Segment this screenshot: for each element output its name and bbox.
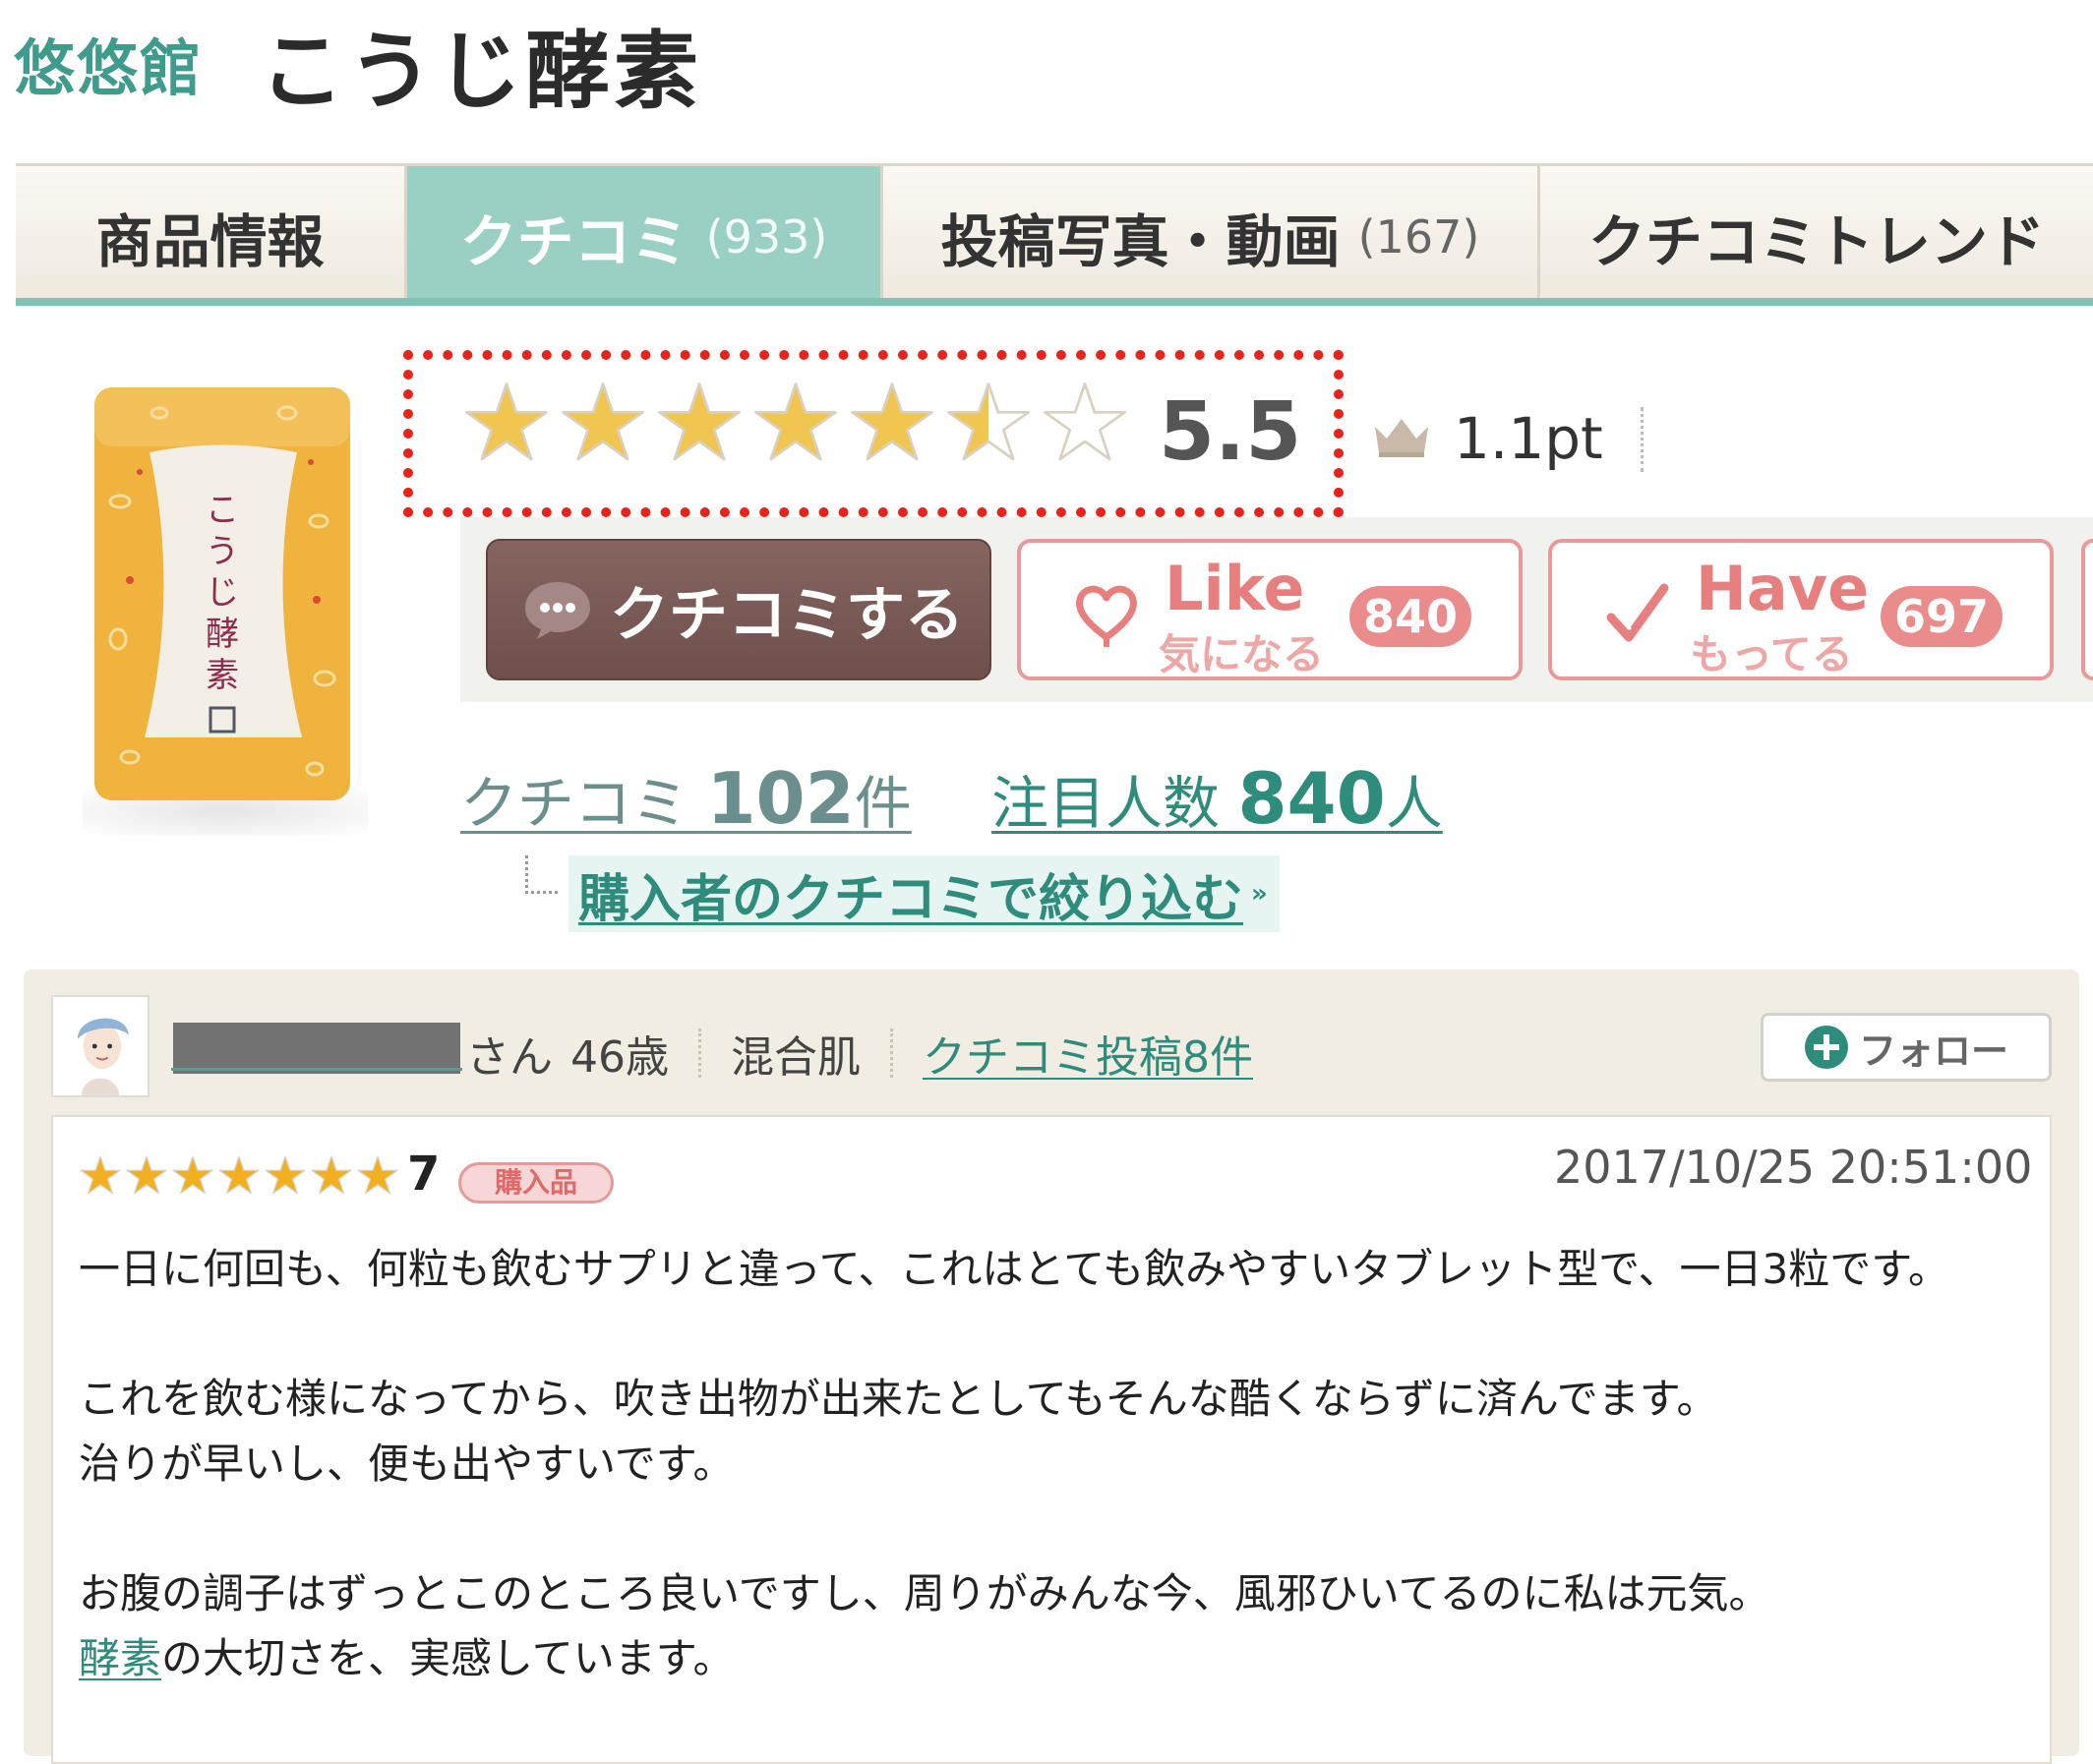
star-full-icon	[172, 1155, 213, 1195]
svg-text:酵: 酵	[206, 615, 239, 654]
heart-icon	[1076, 585, 1137, 647]
star-empty-icon	[1044, 382, 1126, 461]
review-score: 7	[407, 1147, 441, 1202]
tab-product-info[interactable]: 商品情報	[16, 166, 407, 298]
review-date: 2017/10/25 20:51:00	[1554, 1141, 2033, 1194]
more-action-button[interactable]	[2081, 539, 2093, 680]
star-full-icon	[357, 1155, 398, 1195]
keyword-link[interactable]: 酵素	[79, 1634, 161, 1682]
user-honorific: さん	[466, 1032, 553, 1083]
user-skin-type: 混合肌	[731, 1032, 861, 1083]
product-name: こうじ酵素	[260, 22, 703, 121]
review-paragraph: お腹の調子はずっとこのところ良いですし、周りがみんな今、風邪ひいてるのに私は元気…	[79, 1569, 1770, 1682]
speech-bubble-icon	[525, 582, 590, 639]
tab-reviews[interactable]: クチコミ (933)	[407, 166, 883, 298]
have-button[interactable]: Have もってる 697	[1548, 539, 2054, 680]
watch-count-unit: 人	[1385, 770, 1443, 837]
watch-count-number: 840	[1237, 757, 1386, 840]
product-package-image[interactable]: こ う じ 酵 素	[90, 383, 354, 806]
star-full-icon	[658, 382, 741, 461]
watch-count-label: 注目人数	[991, 770, 1221, 837]
svg-text:素: 素	[206, 656, 239, 695]
star-half-icon	[947, 382, 1030, 461]
star-full-icon	[754, 382, 837, 461]
tab-review-trend[interactable]: クチコミトレンド	[1540, 166, 2093, 298]
star-full-icon	[465, 382, 548, 461]
tab-count: (933)	[705, 210, 828, 264]
have-sublabel: もってる	[1690, 630, 1853, 678]
review-text: 一日に何回も、何粒も飲むサプリと違って、これはとても飲みやすいタブレット型で、一…	[79, 1237, 2026, 1756]
review-count-number: 102	[706, 757, 855, 840]
star-full-icon	[562, 382, 644, 461]
rating-value: 5.5	[1159, 385, 1302, 479]
product-tabs: 商品情報 クチコミ (933) 投稿写真・動画 (167) クチコミトレンド	[16, 163, 2093, 306]
review-stars	[79, 1154, 402, 1198]
star-full-icon	[126, 1155, 167, 1195]
star-full-icon	[265, 1155, 306, 1195]
review-paragraph: これを飲む様になってから、吹き出物が出来たとしてもそんな酷くならずに済んでます。…	[79, 1375, 1718, 1488]
points-value: 1.1pt	[1454, 405, 1603, 472]
crown-icon	[1375, 419, 1428, 457]
tree-branch-line	[525, 855, 558, 894]
like-sublabel: 気になる	[1159, 630, 1325, 678]
like-label: Like	[1165, 553, 1305, 624]
star-full-icon	[80, 1155, 121, 1195]
checkmark-icon	[1606, 583, 1669, 642]
tab-photos-videos[interactable]: 投稿写真・動画 (167)	[883, 166, 1540, 298]
tab-label: 商品情報	[95, 208, 325, 275]
user-meta: さん 46歳 混合肌 クチコミ投稿8件	[466, 1023, 1253, 1084]
divider	[698, 1029, 701, 1078]
user-age: 46歳	[570, 1032, 669, 1083]
watch-count-link[interactable]: 注目人数 840人	[991, 757, 1443, 840]
like-button[interactable]: Like 気になる 840	[1017, 539, 1523, 680]
divider	[1641, 407, 1644, 472]
filter-link-label: 購入者のクチコミで絞り込む	[578, 869, 1244, 929]
review-count-label: クチコミ	[460, 770, 689, 837]
page-title: 悠悠館 こうじ酵素	[14, 14, 702, 121]
star-full-icon	[311, 1155, 352, 1195]
follow-label: フォロー	[1858, 1029, 2008, 1073]
write-review-button[interactable]: クチコミする	[486, 539, 991, 680]
package-text: こ	[206, 491, 239, 530]
username-redacted[interactable]	[173, 1023, 460, 1074]
review-count-link[interactable]: クチコミ 102件	[460, 757, 912, 840]
user-avatar[interactable]	[51, 995, 150, 1097]
double-arrow-icon: »	[1251, 879, 1268, 909]
svg-text:う: う	[206, 532, 239, 571]
filter-purchaser-reviews-link[interactable]: 購入者のクチコミで絞り込む »	[568, 855, 1280, 932]
star-full-icon	[851, 382, 933, 461]
have-count-badge: 697	[1881, 586, 2003, 647]
tab-count: (167)	[1357, 210, 1480, 264]
star-full-icon	[218, 1155, 260, 1195]
like-count-badge: 840	[1349, 586, 1471, 647]
divider	[890, 1029, 893, 1078]
review-count-unit: 件	[854, 770, 912, 837]
follow-button[interactable]: フォロー	[1761, 1013, 2052, 1082]
purchased-badge: 購入品	[458, 1162, 614, 1204]
user-posts-link[interactable]: クチコミ投稿8件	[923, 1022, 1253, 1085]
plus-circle-icon	[1804, 1026, 1848, 1069]
brand-name[interactable]: 悠悠館	[14, 19, 203, 107]
svg-text:じ: じ	[206, 573, 239, 613]
username-underline	[171, 1068, 462, 1071]
tab-label: 投稿写真・動画	[940, 208, 1341, 275]
tab-label: クチコミトレンド	[1587, 208, 2045, 275]
rating-stars	[462, 380, 1137, 468]
tab-label: クチコミ	[459, 208, 688, 275]
write-review-label: クチコミする	[610, 580, 964, 650]
review-paragraph: 一日に何回も、何粒も飲むサプリと違って、これはとても飲みやすいタブレット型で、一…	[79, 1245, 1950, 1293]
have-label: Have	[1696, 553, 1870, 624]
